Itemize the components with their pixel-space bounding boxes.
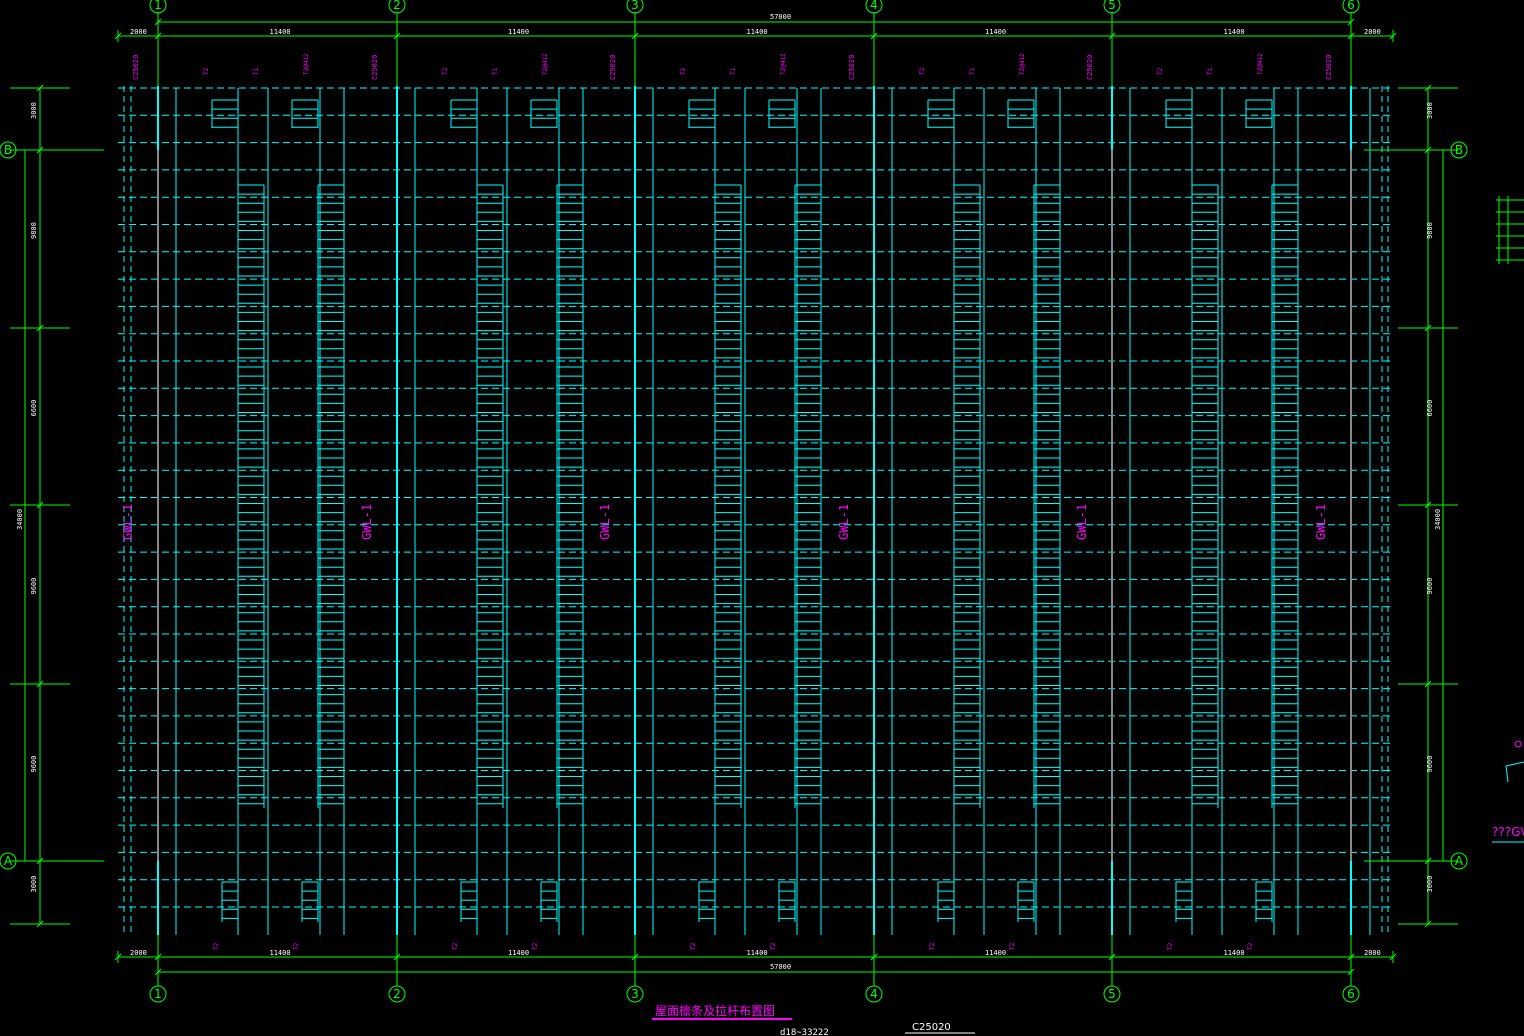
drawing-subtext-right: C25020 — [912, 1022, 951, 1033]
dim-text: 2000 — [130, 949, 147, 957]
rod-label: T2 — [203, 67, 210, 75]
purlin-lines — [118, 86, 1393, 935]
beam-label: GWL-1 — [1075, 504, 1089, 540]
dim-text: 11400 — [508, 949, 529, 957]
rod-label-bottom: T2 — [1167, 942, 1174, 950]
dim-text: 11400 — [1224, 949, 1245, 957]
axis-label: 3 — [631, 987, 639, 1001]
rod-label-bottom: T2 — [1009, 942, 1016, 950]
rod-label-bottom: T2 — [452, 942, 459, 950]
cad-canvas[interactable]: 2000 11400 11400 11400 11400 11400 20002000 114… — [0, 0, 1524, 1036]
overall-dim-text: 57000 — [770, 963, 791, 971]
axis-bubbles: 1 1 2 2 3 3 4 4 5 5 6 6 B A B A — [0, 0, 1468, 1003]
axis-label: B — [4, 143, 12, 157]
vdim-text: 9600 — [30, 578, 38, 595]
axis-label: 5 — [1108, 987, 1116, 1001]
rod-label: T1 — [253, 67, 260, 75]
drawing-title: 屋面檩条及拉杆布置图 — [655, 1003, 775, 1018]
axis-label: 2 — [393, 987, 401, 1001]
rod-label: T2@412 — [1257, 53, 1264, 75]
vdim-text: 3000 — [1426, 102, 1434, 119]
drawing-subtext-left: d18~33222 — [780, 1028, 829, 1036]
vdim-text: 3000 — [30, 102, 38, 119]
rod-label-bottom: T2 — [532, 942, 539, 950]
rod-label: T1 — [969, 67, 976, 75]
rod-label: T2 — [442, 67, 449, 75]
rod-label: T2 — [1157, 67, 1164, 75]
purlin-label: C25020 — [371, 55, 379, 80]
vdim-text: 9800 — [1426, 222, 1434, 239]
purlin-label: C25020 — [848, 55, 856, 80]
axis-label: 3 — [631, 0, 639, 12]
purlin-label: C25020 — [132, 55, 140, 80]
rod-label-bottom: T2 — [1247, 942, 1254, 950]
beam-label: GWL-1 — [598, 504, 612, 540]
vdim-text: 9600 — [1426, 578, 1434, 595]
beam-label: GWL-1 — [837, 504, 851, 540]
dimension-system: 2000 11400 11400 11400 11400 11400 2000 2000 114… — [10, 12, 1458, 986]
rod-label-bottom: T2 — [929, 942, 936, 950]
axis-label: A — [4, 854, 13, 868]
rod-label: T2@412 — [1019, 53, 1026, 75]
rod-label: T2 — [919, 67, 926, 75]
axis-label: A — [1455, 854, 1464, 868]
beam-label: GWL-1 — [1314, 504, 1328, 540]
rod-label: T2@412 — [542, 53, 549, 75]
rod-label-bottom: T2 — [213, 942, 220, 950]
rod-label: T2@412 — [780, 53, 787, 75]
axis-label: 1 — [154, 0, 162, 12]
dim-text: 11400 — [270, 28, 291, 36]
dim-text: 11400 — [747, 28, 768, 36]
vdim-text: 9600 — [30, 756, 38, 773]
axis-label: 1 — [154, 987, 162, 1001]
rod-label: T1 — [1207, 67, 1214, 75]
axis-label: 4 — [870, 0, 878, 12]
side-note: ???GV — [1492, 825, 1524, 839]
vdim-text: 9800 — [30, 222, 38, 239]
axis-label: 5 — [1108, 0, 1116, 12]
overall-vdim-text: 34000 — [1434, 509, 1442, 530]
axis-label: 6 — [1347, 0, 1355, 12]
dim-text: 11400 — [747, 949, 768, 957]
roof-beams — [157, 86, 1352, 935]
vdim-text: 3000 — [1426, 876, 1434, 893]
dim-text: 2000 — [130, 28, 147, 36]
beam-label: GWL-1 — [121, 504, 135, 540]
rod-label-bottom: T2 — [690, 942, 697, 950]
dim-text: 2000 — [1364, 949, 1381, 957]
vdim-text: 6600 — [30, 400, 38, 417]
dim-text: 2000 — [1364, 28, 1381, 36]
vdim-text: 9600 — [1426, 756, 1434, 773]
rod-label: T2@412 — [303, 53, 310, 75]
axis-label: 6 — [1347, 987, 1355, 1001]
rod-label: T2 — [680, 67, 687, 75]
tie-rod-ladders — [211, 99, 1299, 922]
dim-text: 11400 — [985, 28, 1006, 36]
axis-label: 4 — [870, 987, 878, 1001]
overall-vdim-text: 34000 — [16, 509, 24, 530]
detail-line — [1505, 761, 1524, 767]
rod-label: T1 — [730, 67, 737, 75]
annotations: GWL-1 GWL-1 GWL-1 GWL-1 GWL-1 GWL-1 C25020 T2 T1… — [121, 53, 1524, 950]
dim-text: 11400 — [1224, 28, 1245, 36]
detail-circle-icon — [1514, 740, 1522, 748]
vdim-text: 3000 — [30, 876, 38, 893]
axis-label: 2 — [393, 0, 401, 12]
rod-label-bottom: T2 — [293, 942, 300, 950]
dim-text: 11400 — [508, 28, 529, 36]
axis-label: B — [1455, 143, 1463, 157]
dim-text: 11400 — [270, 949, 291, 957]
purlin-label: C25020 — [1325, 55, 1333, 80]
purlin-label: C25020 — [609, 55, 617, 80]
detail-line — [1505, 765, 1509, 783]
rod-label-bottom: T2 — [770, 942, 777, 950]
dim-text: 11400 — [985, 949, 1006, 957]
purlin-label: C25020 — [1086, 55, 1094, 80]
overall-dim-text: 57000 — [770, 13, 791, 21]
vdim-text: 6600 — [1426, 400, 1434, 417]
rod-label: T1 — [492, 67, 499, 75]
beam-label: GWL-1 — [360, 504, 374, 540]
